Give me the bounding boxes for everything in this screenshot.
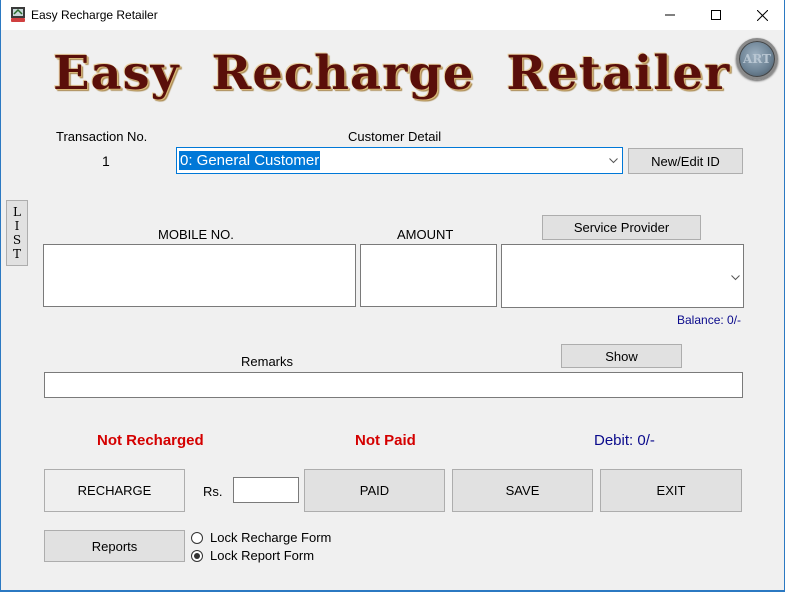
service-provider-button[interactable]: Service Provider [542, 215, 701, 240]
mobile-label: MOBILE NO. [158, 227, 234, 242]
maximize-button[interactable] [693, 0, 739, 30]
remarks-label: Remarks [241, 354, 294, 369]
chevron-down-icon [731, 275, 740, 281]
paid-button[interactable]: PAID [304, 469, 445, 512]
lock-recharge-form-label[interactable]: Lock Recharge Form [210, 530, 331, 545]
lock-recharge-form-radio[interactable] [191, 532, 203, 544]
chevron-down-icon [609, 158, 618, 164]
close-icon [756, 9, 768, 21]
rs-label: Rs. [203, 484, 223, 499]
save-button[interactable]: SAVE [452, 469, 593, 512]
customer-selected-value: 0: General Customer [179, 151, 321, 170]
window-title: Easy Recharge Retailer [31, 8, 158, 22]
list-letter: T [12, 247, 21, 261]
payment-status: Not Paid [355, 432, 416, 449]
customer-detail-label: Customer Detail [348, 129, 442, 144]
rs-amount-input[interactable] [233, 477, 299, 503]
lock-report-form-label[interactable]: Lock Report Form [210, 548, 314, 563]
amount-input[interactable] [360, 244, 497, 307]
list-letter: L [13, 205, 21, 219]
new-edit-id-button[interactable]: New/Edit ID [628, 148, 743, 174]
customer-select[interactable]: 0: General Customer [176, 147, 623, 174]
title-bar: Easy Recharge Retailer [1, 0, 784, 30]
app-icon [11, 7, 25, 22]
transaction-label: Transaction No. [56, 129, 148, 144]
list-letter: S [12, 233, 22, 247]
minimize-button[interactable] [647, 0, 693, 30]
recharge-status: Not Recharged [97, 432, 204, 449]
amount-label: AMOUNT [397, 227, 454, 242]
exit-button[interactable]: EXIT [600, 469, 742, 512]
show-button[interactable]: Show [561, 344, 682, 368]
list-button[interactable]: L I S T [6, 200, 28, 266]
badge-text: ART [742, 52, 771, 66]
service-provider-select[interactable] [501, 244, 744, 308]
close-button[interactable] [739, 0, 785, 30]
recharge-button[interactable]: RECHARGE [44, 469, 185, 512]
list-letter: I [14, 219, 20, 233]
reports-button[interactable]: Reports [44, 530, 185, 562]
app-logo: Easy Recharge Retailer [53, 46, 731, 101]
maximize-icon [711, 10, 721, 20]
app-window: Easy Recharge Retailer Easy Recharge Ret… [0, 0, 785, 592]
debit-text: Debit: 0/- [594, 432, 655, 449]
balance-text: Balance: 0/- [677, 313, 742, 327]
art-badge-icon[interactable]: ART [736, 38, 778, 80]
mobile-number-input[interactable] [43, 244, 356, 307]
minimize-icon [665, 14, 675, 16]
remarks-input[interactable] [44, 372, 743, 398]
lock-report-form-radio[interactable] [191, 550, 203, 562]
transaction-number: 1 [102, 153, 110, 169]
